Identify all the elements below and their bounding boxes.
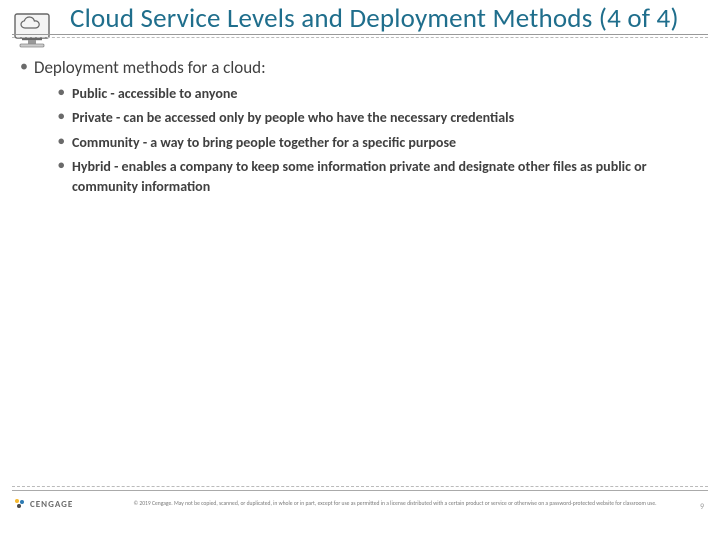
- level2-list: Public - accessible to anyone Private - …: [34, 84, 694, 197]
- list-item: Public - accessible to anyone: [58, 84, 694, 104]
- list-item: Community - a way to bring people togeth…: [58, 133, 694, 153]
- bullet-text: Community - a way to bring people togeth…: [72, 134, 456, 151]
- footer-rule-solid: [12, 490, 708, 491]
- level1-list: Deployment methods for a cloud: Public -…: [20, 57, 694, 197]
- brand-mark-icon: [14, 498, 26, 510]
- bullet-text: Private - can be accessed only by people…: [72, 109, 514, 126]
- brand-text: CENGAGE: [30, 499, 73, 510]
- page-title: Cloud Service Levels and Deployment Meth…: [70, 3, 708, 34]
- footer-rules: [12, 486, 708, 491]
- content-body: Deployment methods for a cloud: Public -…: [0, 35, 720, 197]
- list-item: Private - can be accessed only by people…: [58, 108, 694, 128]
- bullet-text: Public - accessible to anyone: [72, 85, 237, 102]
- page-number: 9: [700, 502, 704, 512]
- list-item: Hybrid - enables a company to keep some …: [58, 157, 694, 198]
- list-item: Deployment methods for a cloud: Public -…: [20, 57, 694, 197]
- brand-logo: CENGAGE: [14, 498, 73, 510]
- copyright-text: © 2019 Cengage. May not be copied, scann…: [110, 500, 680, 507]
- footer-rule-dashed: [12, 486, 708, 487]
- header-rule: [12, 37, 708, 38]
- header: Cloud Service Levels and Deployment Meth…: [12, 0, 708, 35]
- lvl1-text: Deployment methods for a cloud:: [34, 57, 266, 78]
- bullet-text: Hybrid - enables a company to keep some …: [72, 158, 647, 195]
- footer: CENGAGE © 2019 Cengage. May not be copie…: [0, 492, 720, 534]
- slide: Cloud Service Levels and Deployment Meth…: [0, 0, 720, 540]
